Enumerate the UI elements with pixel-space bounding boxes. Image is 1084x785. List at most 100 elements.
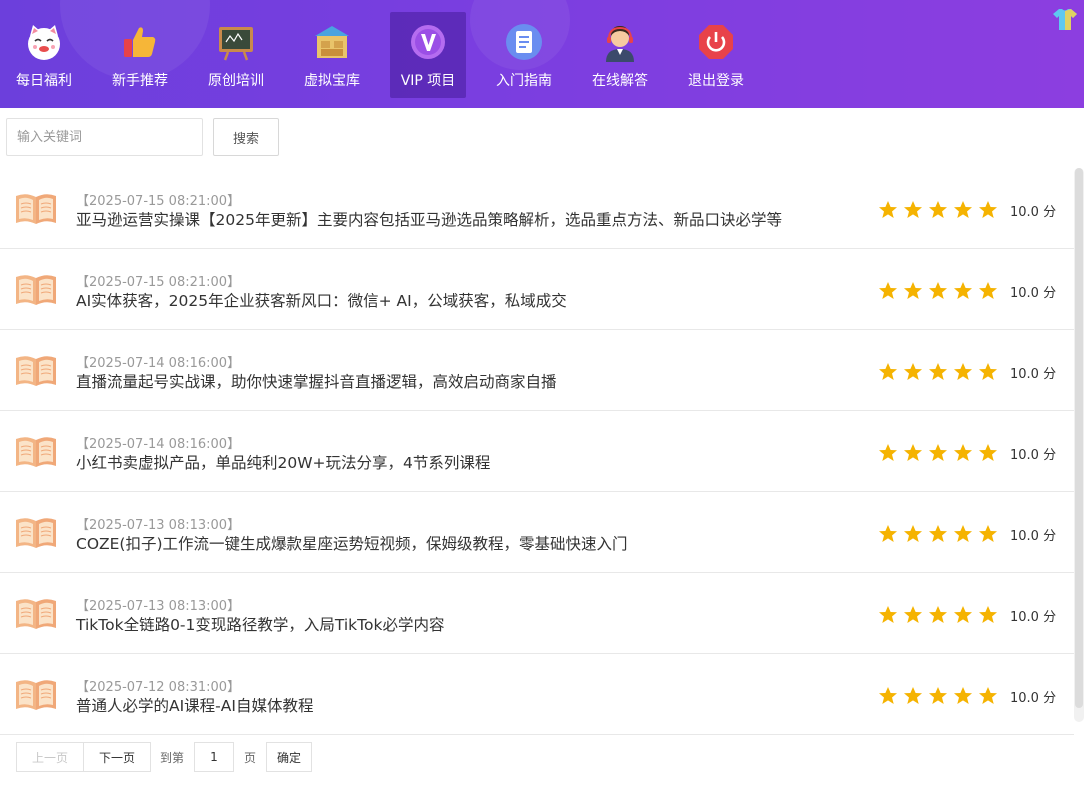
- article-date: 【2025-07-12 08:31:00】: [76, 680, 241, 695]
- article-title-link[interactable]: AI实体获客，2025年企业获客新风口：微信+ AI，公域获客，私域成交: [76, 289, 567, 311]
- nav-item-online-answers[interactable]: 在线解答: [582, 12, 658, 98]
- rating-score: 10.0 分: [1010, 691, 1057, 706]
- star-icon: [954, 687, 972, 704]
- article-title-link[interactable]: COZE(扣子)工作流一键生成爆款星座运势短视频，保姆级教程，零基础快速入门: [76, 532, 628, 554]
- star-icon: [979, 282, 997, 299]
- star-icon: [979, 201, 997, 218]
- search-input[interactable]: [6, 118, 203, 156]
- top-nav-bar: 每日福利 新手推荐 原创培训 虚拟宝库 VIP 项目 入门指南 在线解答 退出登…: [0, 0, 1084, 108]
- star-icon: [904, 687, 922, 704]
- star-icon: [954, 525, 972, 542]
- article-row[interactable]: 【2025-07-14 08:16:00】 小红书卖虚拟产品，单品纯利20W+玩法…: [0, 411, 1074, 492]
- rating-stars: [878, 200, 1003, 220]
- power-icon: [696, 22, 736, 62]
- confirm-page-button[interactable]: 确定: [266, 742, 312, 772]
- article-row[interactable]: 【2025-07-14 08:16:00】 直播流量起号实战课，助你快速掌握抖音直…: [0, 330, 1074, 411]
- nav-item-original-training[interactable]: 原创培训: [198, 12, 274, 98]
- nav-label: 新手推荐: [112, 73, 168, 89]
- nav-label: 原创培训: [208, 73, 264, 89]
- nav-label: 每日福利: [16, 73, 72, 89]
- rating-score: 10.0 分: [1010, 610, 1057, 625]
- article-title-link[interactable]: 亚马逊运营实操课【2025年更新】主要内容包括亚马逊选品策略解析，选品重点方法、…: [76, 208, 782, 230]
- nav-label: 在线解答: [592, 73, 648, 89]
- book-icon: [14, 676, 58, 712]
- rating-stars: [878, 443, 1003, 463]
- article-title-link[interactable]: 普通人必学的AI课程-AI自媒体教程: [76, 694, 313, 716]
- nav-item-virtual-treasury[interactable]: 虚拟宝库: [294, 12, 370, 98]
- nav-item-beginner-guide[interactable]: 入门指南: [486, 12, 562, 98]
- nav-label: 退出登录: [688, 73, 744, 89]
- rating-stars: [878, 524, 1003, 544]
- nav-item-newbie-recommend[interactable]: 新手推荐: [102, 12, 178, 98]
- rating-score: 10.0 分: [1010, 367, 1057, 382]
- article-title-link[interactable]: 直播流量起号实战课，助你快速掌握抖音直播逻辑，高效启动商家自播: [76, 370, 557, 392]
- article-date: 【2025-07-15 08:21:00】: [76, 194, 241, 209]
- star-icon: [879, 363, 897, 380]
- star-icon: [979, 444, 997, 461]
- article-title-link[interactable]: 小红书卖虚拟产品，单品纯利20W+玩法分享，4节系列课程: [76, 451, 490, 473]
- star-icon: [954, 363, 972, 380]
- search-bar: 搜索: [0, 108, 1084, 166]
- rating-score: 10.0 分: [1010, 205, 1057, 220]
- star-icon: [979, 525, 997, 542]
- document-icon: [504, 22, 544, 62]
- lucky-cat-icon: [24, 22, 64, 62]
- book-icon: [14, 271, 58, 307]
- rating-score: 10.0 分: [1010, 529, 1057, 544]
- article-row[interactable]: 【2025-07-13 08:13:00】 TikTok全链路0-1变现路径教学，…: [0, 573, 1074, 654]
- next-page-button[interactable]: 下一页: [83, 742, 151, 772]
- goto-label: 到第: [160, 751, 185, 765]
- star-icon: [904, 201, 922, 218]
- nav-item-daily-welfare[interactable]: 每日福利: [6, 12, 82, 98]
- rating-stars: [878, 686, 1003, 706]
- rating-stars: [878, 605, 1003, 625]
- nav-label: 虚拟宝库: [304, 73, 360, 89]
- article-list: 【2025-07-15 08:21:00】 亚马逊运营实操课【2025年更新】主要…: [0, 168, 1074, 735]
- star-icon: [879, 282, 897, 299]
- article-date: 【2025-07-15 08:21:00】: [76, 275, 241, 290]
- star-icon: [904, 444, 922, 461]
- star-icon: [879, 444, 897, 461]
- article-date: 【2025-07-13 08:13:00】: [76, 599, 241, 614]
- star-icon: [929, 282, 947, 299]
- star-icon: [954, 282, 972, 299]
- star-icon: [904, 606, 922, 623]
- star-icon: [879, 201, 897, 218]
- article-row[interactable]: 【2025-07-15 08:21:00】 亚马逊运营实操课【2025年更新】主要…: [0, 168, 1074, 249]
- article-date: 【2025-07-13 08:13:00】: [76, 518, 241, 533]
- rating-stars: [878, 362, 1003, 382]
- nav-item-logout[interactable]: 退出登录: [678, 12, 754, 98]
- customer-service-icon: [600, 22, 640, 62]
- prev-page-button[interactable]: 上一页: [16, 742, 84, 772]
- star-icon: [979, 687, 997, 704]
- vip-icon: [408, 22, 448, 62]
- page-number-input[interactable]: [194, 742, 234, 772]
- article-date: 【2025-07-14 08:16:00】: [76, 437, 241, 452]
- rating-score: 10.0 分: [1010, 448, 1057, 463]
- star-icon: [979, 606, 997, 623]
- star-icon: [929, 201, 947, 218]
- book-icon: [14, 595, 58, 631]
- star-icon: [904, 525, 922, 542]
- book-icon: [14, 433, 58, 469]
- star-icon: [904, 363, 922, 380]
- star-icon: [879, 606, 897, 623]
- nav-item-vip-project[interactable]: VIP 项目: [390, 12, 466, 98]
- rating-stars: [878, 281, 1003, 301]
- scrollbar-thumb[interactable]: [1075, 168, 1083, 708]
- star-icon: [979, 363, 997, 380]
- star-icon: [879, 525, 897, 542]
- article-row[interactable]: 【2025-07-15 08:21:00】 AI实体获客，2025年企业获客新风口…: [0, 249, 1074, 330]
- article-date: 【2025-07-14 08:16:00】: [76, 356, 241, 371]
- article-row[interactable]: 【2025-07-13 08:13:00】 COZE(扣子)工作流一键生成爆款星座…: [0, 492, 1074, 573]
- book-icon: [14, 190, 58, 226]
- search-button[interactable]: 搜索: [213, 118, 279, 156]
- article-title-link[interactable]: TikTok全链路0-1变现路径教学，入局TikTok必学内容: [76, 613, 444, 635]
- star-icon: [929, 525, 947, 542]
- star-icon: [904, 282, 922, 299]
- tshirt-icon[interactable]: [1052, 6, 1078, 32]
- blackboard-icon: [216, 22, 256, 62]
- nav-label: 入门指南: [496, 73, 552, 89]
- star-icon: [954, 606, 972, 623]
- article-row[interactable]: 【2025-07-12 08:31:00】 普通人必学的AI课程-AI自媒体教程 1…: [0, 654, 1074, 735]
